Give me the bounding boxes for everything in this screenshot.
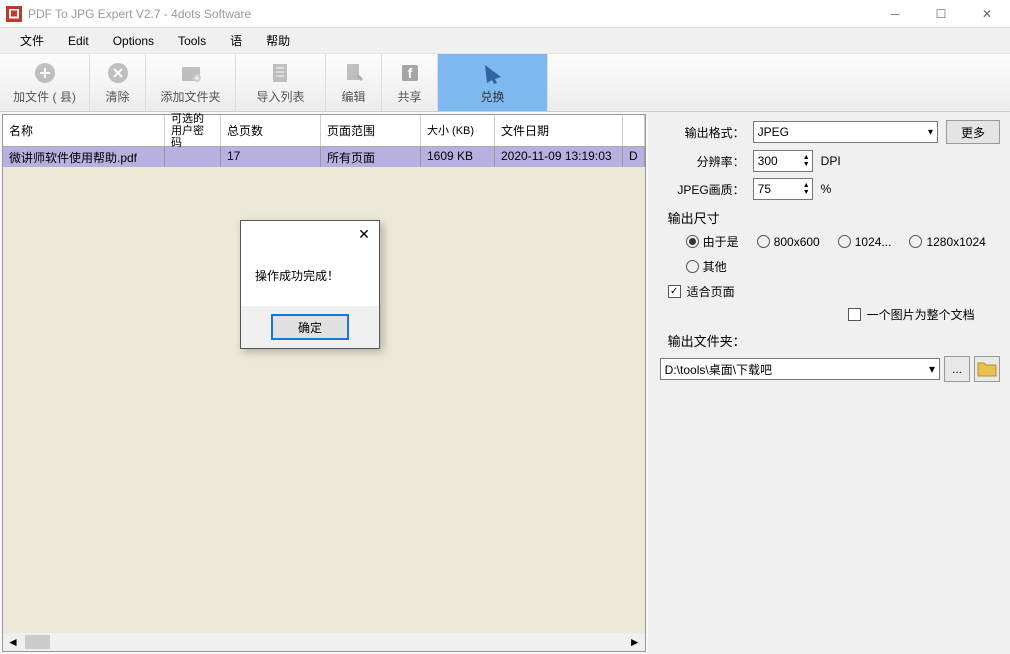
clear-icon bbox=[106, 61, 130, 85]
col-last[interactable] bbox=[623, 115, 645, 146]
file-list-panel: 名称 可选的用户密码 总页数 页面范围 大小 (KB) 文件日期 微讲师软件使用… bbox=[2, 114, 646, 652]
size-option-other[interactable]: 其他 bbox=[686, 258, 727, 275]
minimize-button[interactable]: ─ bbox=[872, 0, 918, 28]
menu-options[interactable]: Options bbox=[101, 30, 166, 52]
output-folder-select[interactable]: D:\tools\桌面\下载吧 ▾ bbox=[660, 358, 940, 380]
settings-panel: 输出格式： JPEG ▾ 更多 分辨率： 300 ▲▼ DPI JPEG画质： … bbox=[648, 112, 1010, 654]
spin-buttons[interactable]: ▲▼ bbox=[803, 154, 810, 168]
quality-label: JPEG画质： bbox=[658, 181, 753, 198]
col-password[interactable]: 可选的用户密码 bbox=[165, 115, 221, 146]
add-file-icon bbox=[33, 61, 57, 85]
one-image-per-doc-checkbox[interactable]: 一个图片为整个文档 bbox=[658, 306, 1000, 323]
col-pages[interactable]: 总页数 bbox=[221, 115, 321, 146]
dialog-ok-button[interactable]: 确定 bbox=[271, 314, 349, 340]
add-folder-button[interactable]: 添加文件夹 bbox=[146, 54, 236, 111]
maximize-button[interactable]: ☐ bbox=[918, 0, 964, 28]
col-range[interactable]: 页面范围 bbox=[321, 115, 421, 146]
resolution-input[interactable]: 300 ▲▼ bbox=[753, 150, 813, 172]
more-button[interactable]: 更多 bbox=[946, 120, 1000, 144]
edit-icon bbox=[342, 61, 366, 85]
col-date[interactable]: 文件日期 bbox=[495, 115, 623, 146]
table-row[interactable]: 微讲师软件使用帮助.pdf 17 所有页面 1609 KB 2020-11-09… bbox=[3, 147, 645, 167]
size-option-1024[interactable]: 1024... bbox=[838, 235, 892, 249]
output-size-label: 输出尺寸 bbox=[668, 208, 1000, 227]
toolbar: 加文件 ( 县) 清除 添加文件夹 导入列表 编辑 f 共享 兑换 bbox=[0, 54, 1010, 112]
menu-language[interactable]: 语 bbox=[218, 28, 254, 53]
clear-button[interactable]: 清除 bbox=[90, 54, 146, 111]
spin-buttons[interactable]: ▲▼ bbox=[803, 182, 810, 196]
chevron-down-icon: ▾ bbox=[929, 362, 935, 376]
import-list-button[interactable]: 导入列表 bbox=[236, 54, 326, 111]
fit-page-checkbox[interactable]: 适合页面 bbox=[658, 283, 1000, 300]
size-option-default[interactable]: 由于是 bbox=[686, 233, 739, 250]
menu-tools[interactable]: Tools bbox=[166, 30, 218, 52]
share-icon: f bbox=[398, 61, 422, 85]
format-select[interactable]: JPEG ▾ bbox=[753, 121, 938, 143]
window-title: PDF To JPG Expert V2.7 - 4dots Software bbox=[28, 7, 251, 21]
edit-button[interactable]: 编辑 bbox=[326, 54, 382, 111]
quality-unit: % bbox=[821, 182, 832, 196]
menu-bar: 文件 Edit Options Tools 语 帮助 bbox=[0, 28, 1010, 54]
size-option-800[interactable]: 800x600 bbox=[757, 235, 820, 249]
size-option-1280[interactable]: 1280x1024 bbox=[909, 235, 985, 249]
title-bar: PDF To JPG Expert V2.7 - 4dots Software … bbox=[0, 0, 1010, 28]
chevron-down-icon: ▾ bbox=[928, 127, 933, 138]
resolution-unit: DPI bbox=[821, 154, 841, 168]
convert-button[interactable]: 兑换 bbox=[438, 54, 548, 111]
output-folder-label: 输出文件夹： bbox=[668, 331, 1000, 350]
share-button[interactable]: f 共享 bbox=[382, 54, 438, 111]
browse-button[interactable]: ... bbox=[944, 356, 970, 382]
folder-open-icon bbox=[975, 357, 999, 381]
app-icon bbox=[6, 6, 22, 22]
table-header: 名称 可选的用户密码 总页数 页面范围 大小 (KB) 文件日期 bbox=[3, 115, 645, 147]
col-size[interactable]: 大小 (KB) bbox=[421, 115, 495, 146]
horizontal-scrollbar[interactable]: ◄ ► bbox=[3, 633, 645, 651]
svg-text:f: f bbox=[407, 65, 412, 81]
menu-help[interactable]: 帮助 bbox=[254, 28, 302, 53]
dialog-close-button[interactable]: ✕ bbox=[355, 226, 373, 244]
success-dialog: ✕ 操作成功完成！ 确定 bbox=[240, 220, 380, 349]
open-folder-button[interactable] bbox=[974, 356, 1000, 382]
menu-edit[interactable]: Edit bbox=[56, 30, 101, 52]
quality-input[interactable]: 75 ▲▼ bbox=[753, 178, 813, 200]
add-folder-icon bbox=[179, 61, 203, 85]
menu-file[interactable]: 文件 bbox=[8, 28, 56, 53]
add-file-button[interactable]: 加文件 ( 县) bbox=[0, 54, 90, 111]
convert-icon bbox=[481, 61, 505, 85]
dialog-message: 操作成功完成！ bbox=[241, 249, 379, 306]
resolution-label: 分辨率： bbox=[658, 153, 753, 170]
col-name[interactable]: 名称 bbox=[3, 115, 165, 146]
close-button[interactable]: ✕ bbox=[964, 0, 1010, 28]
import-list-icon bbox=[269, 61, 293, 85]
format-label: 输出格式： bbox=[658, 124, 753, 141]
